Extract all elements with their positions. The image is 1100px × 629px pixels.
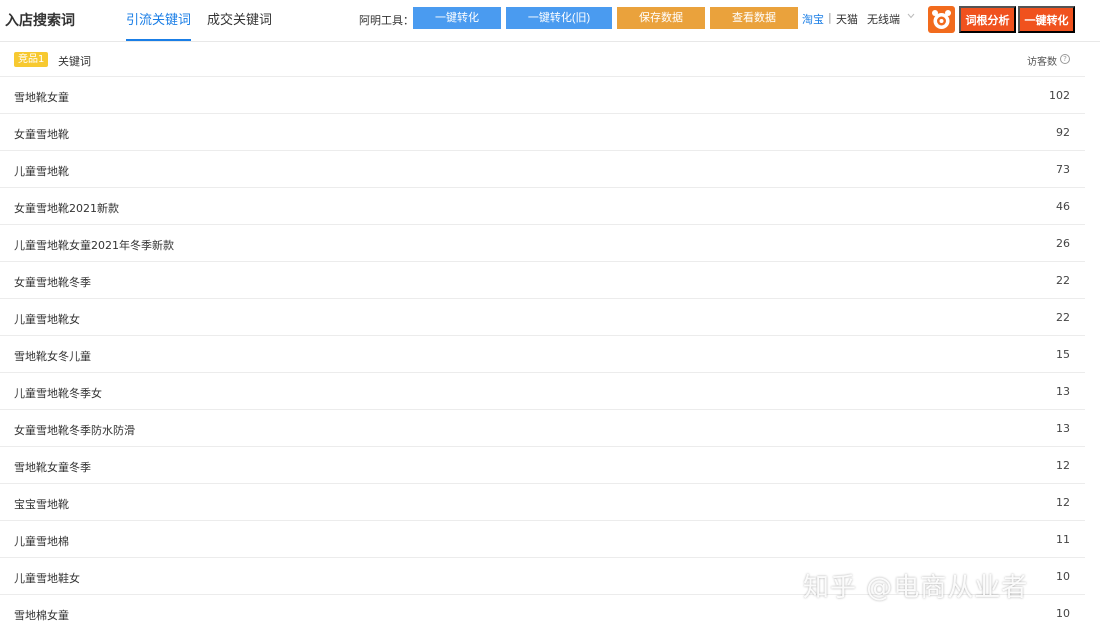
table-row[interactable]: 儿童雪地靴女 22 [0,299,1085,336]
table-header: 竞品1 关键词 访客数 ? [0,43,1085,77]
keyword-cell: 雪地靴女童冬季 [14,461,91,474]
visitors-cell: 26 [1056,237,1070,250]
keyword-cell: 宝宝雪地靴 [14,498,69,511]
visitors-cell: 13 [1056,422,1070,435]
keyword-cell: 女童雪地靴2021新款 [14,202,119,215]
table-row[interactable]: 儿童雪地棉 11 [0,521,1085,558]
watermark: 知乎 @电商从业者 [803,573,1029,603]
keyword-cell: 雪地棉女童 [14,609,69,622]
tab-deal-keywords[interactable]: 成交关键词 [207,9,272,41]
keyword-cell: 女童雪地靴冬季 [14,276,91,289]
visitors-cell: 46 [1056,200,1070,213]
visitors-cell: 22 [1056,274,1070,287]
tab-traffic-keywords[interactable]: 引流关键词 [126,9,192,41]
visitors-cell: 22 [1056,311,1070,324]
view-data-button[interactable]: 查看数据 [710,7,798,29]
visitors-cell: 12 [1056,459,1070,472]
keyword-cell: 儿童雪地靴冬季女 [14,387,102,400]
table-row[interactable]: 儿童雪地靴 73 [0,151,1085,188]
top-toolbar: 入店搜索词 引流关键词 成交关键词 阿明工具： 一键转化 一键转化(旧) 保存数… [0,0,1100,42]
plugin-logo-icon[interactable] [928,6,955,33]
visitors-cell: 102 [1049,89,1070,102]
visitors-cell: 92 [1056,126,1070,139]
table-row[interactable]: 儿童雪地靴女童2021年冬季新款 26 [0,225,1085,262]
visitors-cell: 10 [1056,570,1070,583]
chevron-down-icon[interactable] [907,12,915,20]
keyword-cell: 儿童雪地靴女 [14,313,80,326]
keyword-cell: 儿童雪地棉 [14,535,69,548]
table-row[interactable]: 儿童雪地靴冬季女 13 [0,373,1085,410]
keyword-cell: 儿童雪地靴 [14,165,69,178]
column-header-visitors[interactable]: 访客数 [1027,53,1057,68]
keyword-table: 竞品1 关键词 访客数 ? 雪地靴女童 102 女童雪地靴 92 儿童雪地靴 73 女童雪地… [0,43,1085,629]
table-row[interactable]: 宝宝雪地靴 12 [0,484,1085,521]
visitors-cell: 10 [1056,607,1070,620]
help-icon[interactable]: ? [1060,54,1070,64]
keyword-cell: 雪地靴女冬儿童 [14,350,91,363]
column-header-keyword: 关键词 [58,55,91,68]
table-row[interactable]: 女童雪地靴冬季 22 [0,262,1085,299]
visitors-cell: 15 [1056,348,1070,361]
device-select[interactable]: 无线端 [867,11,900,27]
one-click-convert-button-main[interactable]: 一键转化 [1018,6,1075,33]
platform-separator: | [828,11,832,24]
keyword-cell: 女童雪地靴 [14,128,69,141]
table-body: 雪地靴女童 102 女童雪地靴 92 儿童雪地靴 73 女童雪地靴2021新款 46 儿童雪地靴… [0,77,1085,629]
table-row[interactable]: 女童雪地靴冬季防水防滑 13 [0,410,1085,447]
table-row[interactable]: 雪地靴女冬儿童 15 [0,336,1085,373]
visitors-cell: 11 [1056,533,1070,546]
keyword-cell: 儿童雪地靴女童2021年冬季新款 [14,239,174,252]
keyword-cell: 女童雪地靴冬季防水防滑 [14,424,135,437]
visitors-cell: 12 [1056,496,1070,509]
platform-taobao[interactable]: 淘宝 [802,11,824,27]
keyword-cell: 雪地靴女童 [14,91,69,104]
table-row[interactable]: 雪地靴女童 102 [0,77,1085,114]
page-title: 入店搜索词 [5,13,75,29]
table-row[interactable]: 雪地靴女童冬季 12 [0,447,1085,484]
table-row[interactable]: 女童雪地靴2021新款 46 [0,188,1085,225]
save-data-button[interactable]: 保存数据 [617,7,705,29]
one-click-convert-button[interactable]: 一键转化 [413,7,501,29]
competitor-badge: 竞品1 [14,52,49,67]
platform-tmall[interactable]: 天猫 [836,11,858,27]
table-row[interactable]: 女童雪地靴 92 [0,114,1085,151]
word-root-analysis-button[interactable]: 词根分析 [959,6,1016,33]
tool-label: 阿明工具： [359,14,414,27]
visitors-cell: 73 [1056,163,1070,176]
one-click-convert-old-button[interactable]: 一键转化(旧) [506,7,612,29]
visitors-cell: 13 [1056,385,1070,398]
keyword-cell: 儿童雪地鞋女 [14,572,80,585]
